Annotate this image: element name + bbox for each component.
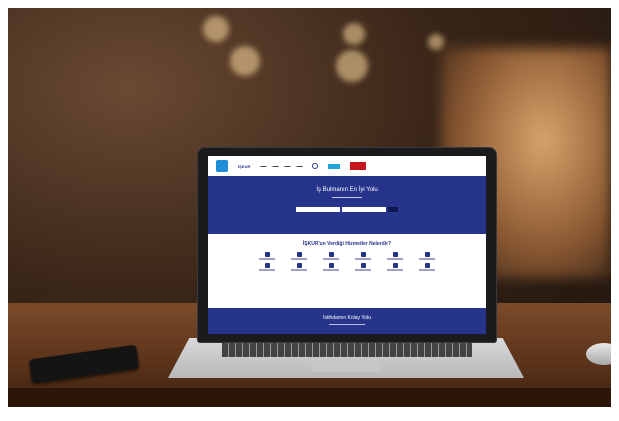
nav-item[interactable]: ▬▬ [260,164,266,168]
service-tile[interactable] [256,263,278,271]
hero-subtitle: ▬▬▬▬▬▬▬▬▬▬ [332,195,362,199]
nav-item[interactable]: ▬▬ [284,164,290,168]
site-logo-text: İŞKUR [238,163,251,169]
laptop-lid: İŞKUR ▬▬ ▬▬ ▬▬ ▬▬ İş Bulmanın En İyi Yol… [198,148,496,342]
photo: İŞKUR ▬▬ ▬▬ ▬▬ ▬▬ İş Bulmanın En İyi Yol… [8,8,611,407]
service-label [387,269,403,271]
service-label [259,269,275,271]
service-icon [392,252,398,257]
service-tile[interactable] [320,252,342,260]
service-label [419,269,435,271]
service-label [259,258,275,260]
service-label [355,258,371,260]
service-icon [360,252,366,257]
service-tile[interactable] [416,263,438,271]
service-label [419,258,435,260]
service-tile[interactable] [384,263,406,271]
site-footer-band: İstihdamın Kolay Yolu ▬▬▬▬▬▬▬▬▬▬▬▬ [208,308,486,334]
service-tile[interactable] [352,252,374,260]
service-icon [296,252,302,257]
service-tile[interactable] [256,252,278,260]
services-heading: İŞKUR'un Verdiği Hizmetler Nelerdir? [302,241,392,247]
service-icon [360,263,366,268]
bokeh-light [230,46,260,76]
service-label [291,269,307,271]
service-icon [424,263,430,268]
service-label [323,258,339,260]
footer-title: İstihdamın Kolay Yolu [323,315,371,321]
bokeh-light [336,50,368,82]
job-search-button[interactable] [388,207,398,212]
service-tile[interactable] [352,263,374,271]
nav-item[interactable]: ▬▬ [296,164,302,168]
service-icon [328,263,334,268]
job-keyword-input[interactable] [296,207,340,212]
service-tile[interactable] [320,263,342,271]
service-label [291,258,307,260]
service-icon [392,263,398,268]
login-button[interactable] [328,163,341,169]
campaign-badge [350,162,367,170]
service-icon [424,252,430,257]
search-icon[interactable] [312,163,319,169]
service-tile[interactable] [416,252,438,260]
job-search-row [208,207,486,212]
hero-banner: İş Bulmanın En İyi Yolu ▬▬▬▬▬▬▬▬▬▬ [208,176,486,234]
table-edge [8,388,611,407]
bokeh-light [203,16,229,42]
service-tile[interactable] [384,252,406,260]
hero-title: İş Bulmanın En İyi Yolu [316,187,378,193]
job-location-input[interactable] [342,207,386,212]
footer-subtitle: ▬▬▬▬▬▬▬▬▬▬▬▬ [329,322,365,326]
laptop-trackpad [311,360,381,372]
service-tile[interactable] [288,263,310,271]
laptop-screen: İŞKUR ▬▬ ▬▬ ▬▬ ▬▬ İş Bulmanın En İyi Yol… [208,156,486,334]
nav-item[interactable]: ▬▬ [272,164,278,168]
site-header: İŞKUR ▬▬ ▬▬ ▬▬ ▬▬ [208,156,486,176]
service-label [387,258,403,260]
service-label [323,269,339,271]
bokeh-light [343,23,365,45]
service-icon [296,263,302,268]
service-tile[interactable] [288,252,310,260]
service-icon [264,263,270,268]
service-label [355,269,371,271]
service-icon [328,252,334,257]
iskur-logo-icon[interactable] [216,160,228,172]
service-icon [264,252,270,257]
laptop-keyboard [222,343,472,357]
site-nav: ▬▬ ▬▬ ▬▬ ▬▬ [260,164,302,168]
services-grid [208,252,486,271]
